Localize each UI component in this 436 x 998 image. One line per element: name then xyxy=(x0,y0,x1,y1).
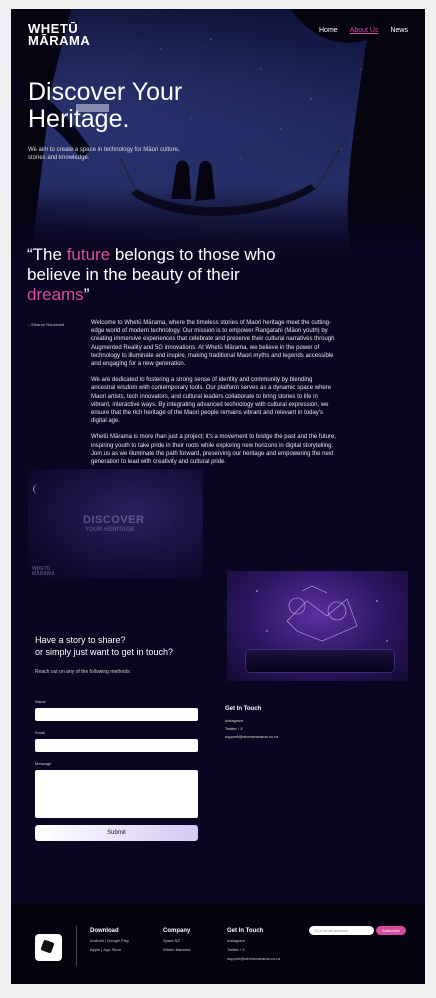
promo-logo-line-2: MĀRAMA xyxy=(32,571,55,577)
brand-logo[interactable]: WHETŪ MĀRAMA xyxy=(28,22,91,48)
contact-instagram-link[interactable]: Instagram xyxy=(225,717,278,725)
promo-logo: WHETŪ MĀRAMA xyxy=(32,567,55,577)
footer-contact-heading: Get In Touch xyxy=(227,928,264,934)
footer-download-heading: Download xyxy=(90,928,119,934)
quote-highlight-future: future xyxy=(66,245,111,264)
phone-constellation-image xyxy=(227,571,408,681)
get-in-touch-heading: Get In Touch xyxy=(225,706,262,712)
email-field[interactable] xyxy=(35,739,198,752)
about-text: Welcome to Whetū Mārama, where the timel… xyxy=(91,319,336,474)
nav-about-us[interactable]: About Us xyxy=(350,27,379,34)
contact-twitter-link[interactable]: Twitter / X xyxy=(225,725,278,733)
hero-title: Discover Your Heritage. xyxy=(28,79,228,133)
discover-promo-image: DISCOVER YOUR HERITAGE WHETŪ MĀRAMA xyxy=(28,469,203,579)
hero-subtitle: We aim to create a space in technology f… xyxy=(28,147,180,161)
footer-instagram-link[interactable]: Instagram xyxy=(227,936,280,945)
footer-twitter-link[interactable]: Twitter / X xyxy=(227,945,280,954)
phone-device xyxy=(245,649,395,673)
footer-spark-link[interactable]: Spark NZ xyxy=(163,936,190,945)
name-field[interactable] xyxy=(35,708,198,721)
footer-google-play-link[interactable]: Android | Google Play xyxy=(90,936,129,945)
page: WHETŪ MĀRAMA Home About Us News Discover… xyxy=(11,9,425,984)
quote-part-1: “The xyxy=(27,245,67,264)
hero-section: WHETŪ MĀRAMA Home About Us News Discover… xyxy=(11,9,425,259)
about-paragraph: We are dedicated to fostering a strong s… xyxy=(91,377,332,425)
footer-company-heading: Company xyxy=(163,928,191,934)
email-label: Email xyxy=(35,730,46,735)
footer: Download Android | Google Play Apple | A… xyxy=(11,904,425,984)
nav-home[interactable]: Home xyxy=(319,27,338,34)
footer-app-logo[interactable] xyxy=(35,934,62,961)
contact-subtitle: Reach out on any of the following method… xyxy=(35,669,131,675)
hero-title-line-1: Discover Your xyxy=(28,78,183,106)
about-paragraph: Whetū Mārama is more than just a project… xyxy=(91,434,336,466)
footer-app-store-link[interactable]: Apple | App Store xyxy=(90,945,129,954)
moon-icon xyxy=(33,484,43,494)
contact-heading-line-1: Have a story to share? xyxy=(35,635,126,645)
about-paragraph: Welcome to Whetū Mārama, where the timel… xyxy=(91,320,335,368)
quote-author: – Eleanor Roosevelt xyxy=(28,322,65,327)
logo-line-2: MĀRAMA xyxy=(28,33,91,48)
main-nav: Home About Us News xyxy=(319,27,408,34)
submit-button[interactable]: Submit xyxy=(35,825,198,841)
subscribe-button[interactable]: Subscribe xyxy=(376,926,406,935)
quote-highlight-dreams: dreams xyxy=(27,285,84,304)
contact-email-link[interactable]: support@whetumarama.co.nz xyxy=(225,733,278,741)
footer-divider xyxy=(76,926,77,966)
nav-news[interactable]: News xyxy=(390,27,408,34)
footer-email-link[interactable]: support@whetumarama.co.nz xyxy=(227,954,280,963)
contact-heading: Have a story to share? or simply just wa… xyxy=(35,634,173,658)
contact-heading-line-2: or simply just want to get in touch? xyxy=(35,647,174,657)
title-highlight-mark xyxy=(76,104,109,112)
get-in-touch-list: Instagram Twitter / X support@whetumaram… xyxy=(225,717,278,741)
footer-contact-column: Get In Touch Instagram Twitter / X suppo… xyxy=(227,926,280,963)
quote: “The future belongs to those who believe… xyxy=(27,245,287,305)
footer-company-column: Company Spark NZ Whetu Marama xyxy=(163,926,190,954)
name-label: Name xyxy=(35,699,46,704)
message-label: Message xyxy=(35,761,52,766)
promo-line-2: YOUR HERITAGE xyxy=(85,527,135,533)
promo-line-1: DISCOVER xyxy=(83,514,145,526)
quote-part-3: ” xyxy=(83,285,90,304)
footer-download-column: Download Android | Google Play Apple | A… xyxy=(90,926,129,954)
message-field[interactable] xyxy=(35,770,198,818)
newsletter-email-input[interactable]: Your email address xyxy=(309,926,374,935)
footer-whetu-link[interactable]: Whetu Marama xyxy=(163,945,190,954)
